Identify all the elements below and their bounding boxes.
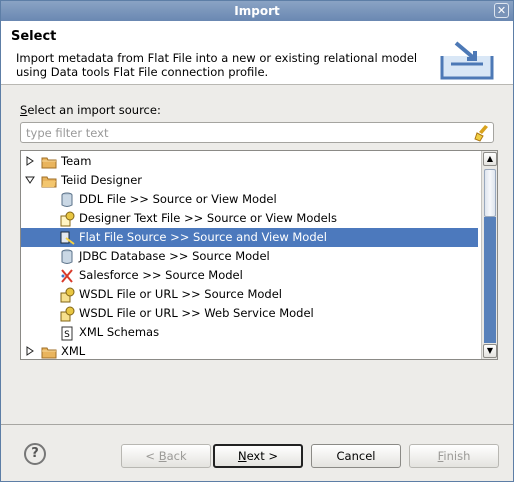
tree-item-label: XML Schemas [79,325,160,339]
tree-item-label: XML [61,344,86,358]
database-icon [61,192,73,207]
import-dialog: Import ✕ Select Import metadata from Fla… [0,0,514,482]
tree-item-label: Teiid Designer [61,173,142,187]
svg-text:S: S [64,330,70,340]
cancel-button[interactable]: Cancel [311,444,401,468]
tree-item-flat-file-source[interactable]: Flat File Source >> Source and View Mode… [21,228,478,247]
tree-item-label: Designer Text File >> Source or View Mod… [79,211,337,225]
scroll-down-icon[interactable]: ▼ [483,344,497,358]
collapse-arrow-icon[interactable] [25,175,35,185]
tree-item-label: DDL File >> Source or View Model [79,192,277,206]
tree-vertical-scrollbar[interactable]: ▲ ▼ [481,151,497,359]
folder-icon [41,176,57,188]
next-button[interactable]: Next > [213,444,303,468]
filter-input[interactable] [20,122,494,143]
window-title: Import [234,4,280,18]
scroll-track-highlight [484,217,496,343]
help-icon[interactable]: ? [24,443,46,465]
tree-item-xml[interactable]: XML [21,342,478,359]
wizard-header: Select Import metadata from Flat File in… [1,21,513,85]
expand-arrow-icon[interactable] [25,156,35,166]
tree-item-wsdl-web-service[interactable]: WSDL File or URL >> Web Service Model [21,304,478,323]
tree-item-label: Flat File Source >> Source and View Mode… [79,230,327,244]
back-button[interactable]: < Back [121,444,211,468]
tree-item-ddl-file[interactable]: DDL File >> Source or View Model [21,190,478,209]
clear-filter-icon[interactable] [474,124,492,142]
salesforce-icon [61,269,73,283]
page-title: Select [11,29,57,44]
tree-item-wsdl-source[interactable]: WSDL File or URL >> Source Model [21,285,478,304]
scroll-thumb[interactable] [484,169,496,217]
schema-icon: S [61,326,73,341]
title-bar: Import ✕ [1,1,513,21]
wsdl-icon [60,306,75,322]
tree-item-designer-text-file[interactable]: Designer Text File >> Source or View Mod… [21,209,478,228]
tree-item-teiid-designer[interactable]: Teiid Designer [21,171,478,190]
tree-item-xml-schemas[interactable]: S XML Schemas [21,323,478,342]
tree-item-label: WSDL File or URL >> Web Service Model [79,306,314,320]
flat-file-icon [60,231,75,245]
text-file-import-icon [60,211,75,227]
folder-icon [41,157,57,169]
tree-item-jdbc-database[interactable]: JDBC Database >> Source Model [21,247,478,266]
tree-item-label: WSDL File or URL >> Source Model [79,287,282,301]
database-icon [61,249,73,264]
wsdl-icon [60,287,75,303]
button-bar-separator [1,424,513,425]
tree-item-label: Team [61,154,92,168]
folder-icon [41,347,57,359]
finish-button[interactable]: Finish [409,444,499,468]
scroll-up-icon[interactable]: ▲ [483,152,497,166]
import-wizard-icon [440,41,494,80]
page-description: Import metadata from Flat File into a ne… [16,51,418,79]
import-source-tree[interactable]: Team Teiid Designer DDL File >> Source o… [20,150,498,360]
expand-arrow-icon[interactable] [25,346,35,356]
tree-item-label: Salesforce >> Source Model [79,268,243,282]
close-icon[interactable]: ✕ [494,3,509,18]
import-source-label: Select an import source: [20,103,161,117]
tree-item-team[interactable]: Team [21,152,478,171]
tree-item-salesforce[interactable]: Salesforce >> Source Model [21,266,478,285]
tree-item-label: JDBC Database >> Source Model [79,249,270,263]
